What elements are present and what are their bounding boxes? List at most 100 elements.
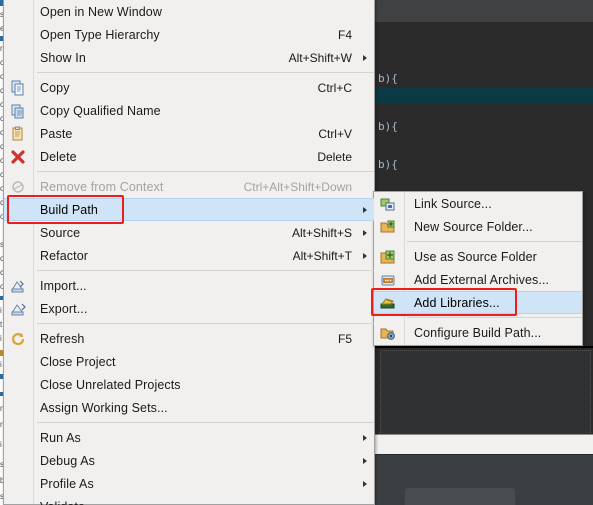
new-source-folder-icon bbox=[378, 218, 398, 236]
menu-item-debug-as[interactable]: Debug As bbox=[4, 449, 374, 472]
menu-item-label: Copy bbox=[40, 80, 70, 95]
menu-item-label: Use as Source Folder bbox=[414, 249, 537, 264]
configure-build-path-icon bbox=[378, 324, 398, 342]
menu-item-assign-working-sets[interactable]: Assign Working Sets... bbox=[4, 396, 374, 419]
menu-item-label: Add External Archives... bbox=[414, 272, 550, 287]
menu-item-accelerator: Alt+Shift+W bbox=[288, 50, 352, 65]
menu-separator bbox=[37, 422, 374, 423]
menu-separator bbox=[37, 270, 374, 271]
menu-item-add-external-archives[interactable]: Add External Archives... bbox=[374, 268, 582, 291]
status-bar bbox=[374, 434, 593, 454]
remove-context-icon bbox=[8, 178, 28, 196]
chevron-right-icon bbox=[363, 206, 367, 213]
menu-item-copy-qualified-name[interactable]: Copy Qualified Name bbox=[4, 99, 374, 122]
menu-item-label: Import... bbox=[40, 278, 87, 293]
bottom-dock-tab[interactable] bbox=[405, 488, 515, 505]
menu-item-accelerator: Alt+Shift+T bbox=[292, 248, 352, 263]
menu-item-export[interactable]: Export... bbox=[4, 297, 374, 320]
menu-item-label: Copy Qualified Name bbox=[40, 103, 161, 118]
editor-panel-divider bbox=[374, 346, 593, 348]
refresh-icon bbox=[8, 330, 28, 348]
menu-item-label: Open in New Window bbox=[40, 4, 162, 19]
menu-item-configure-build-path[interactable]: Configure Build Path... bbox=[374, 321, 582, 344]
menu-item-label: Show In bbox=[40, 50, 86, 65]
menu-item-label: Add Libraries... bbox=[414, 295, 500, 310]
console-panel[interactable] bbox=[380, 350, 591, 435]
code-fragment: b){ bbox=[378, 158, 398, 171]
menu-item-accelerator: Ctrl+V bbox=[318, 126, 352, 141]
menu-item-delete[interactable]: Delete Delete bbox=[4, 145, 374, 168]
add-libraries-icon bbox=[378, 294, 398, 312]
menu-item-copy[interactable]: Copy Ctrl+C bbox=[4, 76, 374, 99]
link-source-icon bbox=[378, 195, 398, 213]
menu-item-label: New Source Folder... bbox=[414, 219, 533, 234]
menu-item-label: Open Type Hierarchy bbox=[40, 27, 160, 42]
submenu-item-list: Link Source... New Source Folder... Use as… bbox=[374, 192, 582, 344]
editor-caret-line bbox=[374, 88, 593, 103]
menu-item-label: Assign Working Sets... bbox=[40, 400, 168, 415]
menu-item-label: Source bbox=[40, 225, 81, 240]
copy-qualified-icon bbox=[8, 102, 28, 120]
chevron-right-icon bbox=[363, 229, 367, 236]
menu-separator bbox=[37, 72, 374, 73]
menu-separator bbox=[37, 323, 374, 324]
menu-item-build-path[interactable]: Build Path bbox=[4, 198, 374, 221]
chevron-right-icon bbox=[363, 457, 367, 464]
import-icon bbox=[8, 277, 28, 295]
menu-item-label: Profile As bbox=[40, 476, 94, 491]
menu-item-source[interactable]: Source Alt+Shift+S bbox=[4, 221, 374, 244]
menu-item-accelerator: Ctrl+Alt+Shift+Down bbox=[243, 179, 352, 194]
screenshot-root: b){ b){ b){ s e r c o c o c o c o c o c … bbox=[0, 0, 593, 505]
menu-item-label: Refactor bbox=[40, 248, 89, 263]
menu-item-label: Link Source... bbox=[414, 196, 492, 211]
code-fragment: b){ bbox=[378, 120, 398, 133]
menu-item-close-project[interactable]: Close Project bbox=[4, 350, 374, 373]
menu-item-new-source-folder[interactable]: New Source Folder... bbox=[374, 215, 582, 238]
menu-item-add-libraries[interactable]: Add Libraries... bbox=[374, 291, 582, 314]
export-icon bbox=[8, 300, 28, 318]
menu-item-accelerator: Alt+Shift+S bbox=[291, 225, 352, 240]
menu-item-label: Close Unrelated Projects bbox=[40, 377, 181, 392]
menu-item-label: Close Project bbox=[40, 354, 116, 369]
menu-item-label: Refresh bbox=[40, 331, 85, 346]
build-path-submenu[interactable]: Link Source... New Source Folder... Use as… bbox=[373, 191, 583, 346]
menu-item-remove-from-context: Remove from Context Ctrl+Alt+Shift+Down bbox=[4, 175, 374, 198]
menu-item-show-in[interactable]: Show In Alt+Shift+W bbox=[4, 46, 374, 69]
menu-item-label: Export... bbox=[40, 301, 88, 316]
menu-item-paste[interactable]: Paste Ctrl+V bbox=[4, 122, 374, 145]
menu-item-accelerator: Delete bbox=[317, 149, 352, 164]
add-external-archives-icon bbox=[378, 271, 398, 289]
menu-item-accelerator: F5 bbox=[337, 331, 352, 346]
menu-item-open-type-hierarchy[interactable]: Open Type Hierarchy F4 bbox=[4, 23, 374, 46]
use-as-source-folder-icon bbox=[378, 248, 398, 266]
menu-item-run-as[interactable]: Run As bbox=[4, 426, 374, 449]
menu-item-close-unrelated-projects[interactable]: Close Unrelated Projects bbox=[4, 373, 374, 396]
menu-separator bbox=[407, 241, 582, 242]
chevron-right-icon bbox=[363, 54, 367, 61]
menu-item-accelerator: Ctrl+C bbox=[317, 80, 352, 95]
menu-item-accelerator: F4 bbox=[337, 27, 352, 42]
editor-toolbar-strip bbox=[374, 0, 593, 22]
menu-item-open-in-new-window[interactable]: Open in New Window bbox=[4, 0, 374, 23]
menu-item-label: Run As bbox=[40, 430, 81, 445]
menu-item-profile-as[interactable]: Profile As bbox=[4, 472, 374, 495]
menu-item-label: Delete bbox=[40, 149, 77, 164]
menu-item-label: Remove from Context bbox=[40, 179, 164, 194]
paste-icon bbox=[8, 125, 28, 143]
menu-separator bbox=[407, 317, 582, 318]
menu-item-validate[interactable]: Validate bbox=[4, 495, 374, 505]
menu-item-import[interactable]: Import... bbox=[4, 274, 374, 297]
menu-item-refresh[interactable]: Refresh F5 bbox=[4, 327, 374, 350]
menu-separator bbox=[37, 171, 374, 172]
menu-item-label: Validate bbox=[40, 500, 85, 505]
menu-item-label: Paste bbox=[40, 126, 73, 141]
chevron-right-icon bbox=[363, 252, 367, 259]
menu-item-refactor[interactable]: Refactor Alt+Shift+T bbox=[4, 244, 374, 267]
menu-item-use-as-source-folder[interactable]: Use as Source Folder bbox=[374, 245, 582, 268]
chevron-right-icon bbox=[363, 434, 367, 441]
delete-icon bbox=[8, 148, 28, 166]
menu-item-link-source[interactable]: Link Source... bbox=[374, 192, 582, 215]
menu-item-label: Debug As bbox=[40, 453, 96, 468]
menu-item-label: Build Path bbox=[40, 202, 98, 217]
project-context-menu[interactable]: Open in New Window Open Type Hierarchy F4 S… bbox=[3, 0, 375, 505]
